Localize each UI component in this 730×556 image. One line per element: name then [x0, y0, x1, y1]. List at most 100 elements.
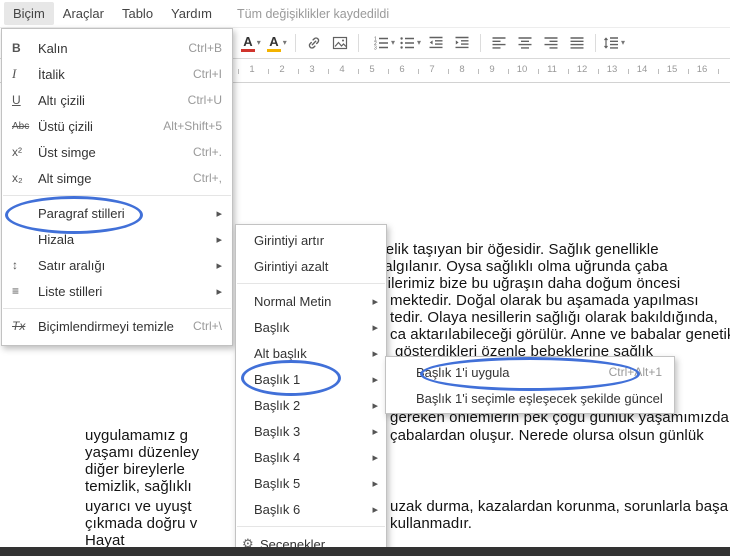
menu-item-satir-araligi[interactable]: ↕ Satır aralığı ▸	[2, 252, 232, 278]
menubar-item-yardim[interactable]: Yardım	[162, 2, 221, 25]
menu-item-ustu-cizili[interactable]: Abc Üstü çizili Alt+Shift+5	[2, 113, 232, 139]
menu-item-label: Başlık 6	[254, 501, 301, 517]
bottom-bar	[0, 547, 730, 556]
justify-button[interactable]	[565, 31, 589, 55]
link-icon	[308, 37, 320, 49]
clear-formatting-icon: Tx	[12, 319, 26, 333]
ruler-number: 9	[487, 64, 497, 75]
menu-item-shortcut: Alt+Shift+5	[163, 119, 222, 133]
submenu-arrow-icon: ▸	[372, 295, 378, 308]
doc-text: uygulamamız g	[85, 427, 189, 444]
menubar-item-bicim[interactable]: Biçim	[4, 2, 54, 25]
menu-item-bicimlendirmeyi-temizle[interactable]: Tx Biçimlendirmeyi temizle Ctrl+\	[2, 313, 232, 339]
insert-link-button[interactable]	[302, 31, 326, 55]
styles-item-baslik-3[interactable]: Başlık 3 ▸	[236, 418, 386, 444]
ruler-number: 1	[247, 64, 257, 75]
highlight-color-icon: A	[267, 35, 281, 52]
styles-item-baslik[interactable]: Başlık ▸	[236, 314, 386, 340]
toolbar-divider	[480, 34, 481, 52]
align-right-button[interactable]	[539, 31, 563, 55]
menu-item-label: Alt simge	[38, 170, 92, 186]
line-spacing-icon	[604, 37, 618, 49]
menu-item-kalin[interactable]: B Kalın Ctrl+B	[2, 35, 232, 61]
menu-item-label: Üst simge	[38, 144, 96, 160]
styles-item-baslik-2[interactable]: Başlık 2 ▸	[236, 392, 386, 418]
menu-item-shortcut: Ctrl+Alt+1	[608, 365, 662, 379]
bulleted-list-button[interactable]: ▾	[398, 31, 422, 55]
ruler-number: 14	[634, 64, 650, 75]
menu-item-label: Altı çizili	[38, 92, 85, 108]
ruler-number: 6	[397, 64, 407, 75]
menu-item-baslik1-uygula[interactable]: Başlık 1'i uygula Ctrl+Alt+1	[386, 359, 674, 385]
menu-item-label: Girintiyi artır	[254, 232, 325, 248]
styles-item-baslik-5[interactable]: Başlık 5 ▸	[236, 470, 386, 496]
align-left-icon	[492, 37, 506, 49]
menu-item-alti-cizili[interactable]: U Altı çizili Ctrl+U	[2, 87, 232, 113]
line-spacing-button[interactable]: ▾	[602, 31, 626, 55]
menu-item-hizala[interactable]: Hizala ▸	[2, 226, 232, 252]
numbered-list-icon: 1 2 3	[374, 36, 388, 51]
menu-divider	[237, 526, 385, 527]
toolbar-divider	[358, 34, 359, 52]
menu-item-label: Başlık 1'i uygula	[416, 364, 510, 380]
menu-item-label: Paragraf stilleri	[38, 205, 125, 221]
menu-item-liste-stilleri[interactable]: ≡ Liste stilleri ▸	[2, 278, 232, 304]
styles-item-alt-baslik[interactable]: Alt başlık ▸	[236, 340, 386, 366]
menubar-item-tablo[interactable]: Tablo	[113, 2, 162, 25]
menu-item-label: Başlık 3	[254, 423, 301, 439]
ruler-number: 12	[574, 64, 590, 75]
menu-item-label: Üstü çizili	[38, 118, 93, 134]
insert-image-button[interactable]	[328, 31, 352, 55]
menu-item-baslik1-guncelle[interactable]: Başlık 1'i seçimle eşleşecek şekilde gün…	[386, 385, 674, 411]
ruler-number: 4	[337, 64, 347, 75]
ruler-numbers: 1 2 3 4 5 6 7 8 9 10 11 12 13 14 15 16	[237, 64, 717, 75]
menu-item-alt-simge[interactable]: x₂ Alt simge Ctrl+,	[2, 165, 232, 191]
submenu-arrow-icon: ▸	[372, 321, 378, 334]
styles-item-girintiyi-artir[interactable]: Girintiyi artır	[236, 227, 386, 253]
menu-item-shortcut: Ctrl+\	[192, 319, 222, 333]
menu-item-label: Biçimlendirmeyi temizle	[38, 318, 174, 334]
submenu-arrow-icon: ▸	[372, 373, 378, 386]
numbered-list-button[interactable]: 1 2 3 ▾	[372, 31, 396, 55]
styles-item-girintiyi-azalt[interactable]: Girintiyi azalt	[236, 253, 386, 279]
underline-icon: U	[12, 93, 21, 107]
doc-text: uzak durma, kazalardan korunma, sorunlar…	[390, 498, 729, 515]
submenu-arrow-icon: ▸	[372, 477, 378, 490]
styles-item-normal-metin[interactable]: Normal Metin ▸	[236, 288, 386, 314]
submenu-arrow-icon: ▸	[372, 451, 378, 464]
text-color-button[interactable]: A ▾	[239, 31, 263, 55]
submenu-arrow-icon: ▸	[372, 503, 378, 516]
menu-divider	[237, 283, 385, 284]
increase-indent-button[interactable]	[450, 31, 474, 55]
styles-item-baslik-1[interactable]: Başlık 1 ▸	[236, 366, 386, 392]
submenu-arrow-icon: ▸	[216, 285, 222, 298]
toolbar-divider	[595, 34, 596, 52]
subscript-icon: x₂	[12, 171, 23, 185]
ruler-number: 7	[427, 64, 437, 75]
chevron-down-icon: ▾	[620, 38, 625, 47]
highlight-color-button[interactable]: A ▾	[265, 31, 289, 55]
align-right-icon	[544, 37, 558, 49]
align-center-button[interactable]	[513, 31, 537, 55]
menu-item-label: Başlık	[254, 319, 290, 335]
line-spacing-icon: ↕	[12, 258, 18, 272]
menu-item-label: İtalik	[38, 66, 65, 82]
align-left-button[interactable]	[487, 31, 511, 55]
list-icon: ≡	[12, 284, 20, 298]
bulleted-list-icon	[400, 37, 414, 49]
menu-item-ust-simge[interactable]: x² Üst simge Ctrl+.	[2, 139, 232, 165]
chevron-down-icon: ▾	[282, 38, 287, 47]
styles-item-baslik-6[interactable]: Başlık 6 ▸	[236, 496, 386, 522]
menu-item-italik[interactable]: I İtalik Ctrl+I	[2, 61, 232, 87]
menu-item-label: Kalın	[38, 40, 68, 56]
doc-text: uyarıcı ve uyuşt	[85, 498, 192, 515]
doc-text: tedir. Olaya nesillerin sağlığı olarak b…	[390, 309, 718, 326]
decrease-indent-button[interactable]	[424, 31, 448, 55]
menubar-item-araclar[interactable]: Araçlar	[54, 2, 113, 25]
ruler-number: 2	[277, 64, 287, 75]
ruler-number: 13	[604, 64, 620, 75]
menu-item-paragraf-stilleri[interactable]: Paragraf stilleri ▸	[2, 200, 232, 226]
doc-text: temizlik, sağlıklı	[85, 478, 192, 495]
styles-item-baslik-4[interactable]: Başlık 4 ▸	[236, 444, 386, 470]
menu-item-label: Hizala	[38, 231, 75, 247]
